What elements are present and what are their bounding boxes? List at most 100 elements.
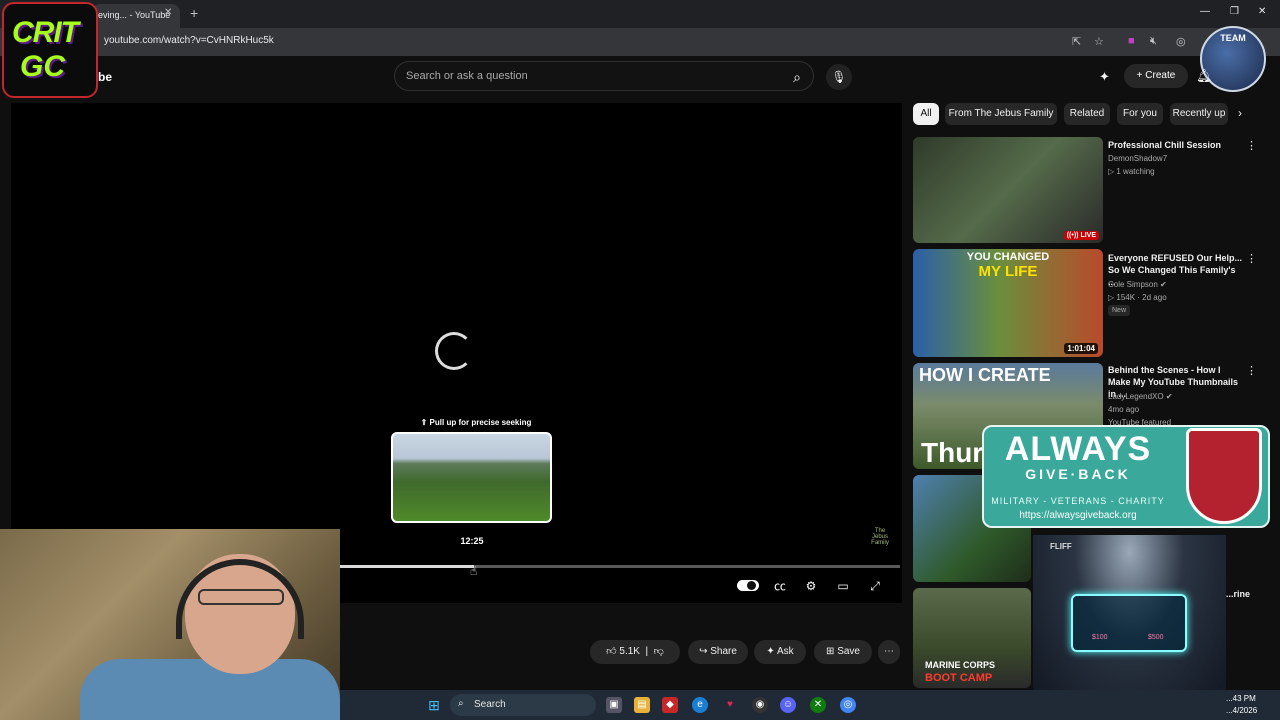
video-menu-icon[interactable]: ⋮: [1246, 252, 1257, 265]
share-button[interactable]: ↪ Share: [688, 640, 748, 664]
create-label: Create: [1145, 70, 1176, 81]
agb-url: https://alwaysgiveback.org: [1019, 510, 1137, 521]
chrome-icon[interactable]: ◎: [840, 697, 856, 713]
youtube-logo-text[interactable]: be: [98, 70, 112, 84]
maximize-icon[interactable]: ❐: [1230, 6, 1239, 17]
search-input[interactable]: Search or ask a question: [406, 70, 528, 82]
video-meta: 4mo ago: [1108, 405, 1140, 414]
video-thumbnail[interactable]: MARINE CORPS BOOT CAMP: [913, 588, 1031, 688]
thumbnail-text: Thur: [921, 437, 984, 468]
like-count: 5.1K: [619, 646, 640, 657]
captions-icon[interactable]: ㏄: [770, 578, 790, 594]
chip-recently-uploaded[interactable]: Recently up: [1170, 103, 1228, 125]
soldier-shield-icon: [1186, 428, 1262, 524]
logo-line1: CRIT: [12, 16, 79, 49]
video-meta: ▷ 154K · 2d ago: [1108, 293, 1167, 302]
thumbnail-text: BOOT CAMP: [925, 672, 993, 684]
more-actions-icon[interactable]: ⋯: [878, 640, 900, 664]
ad-value: $100: [1092, 634, 1108, 641]
clock-time[interactable]: ...43 PM: [1226, 694, 1256, 703]
settings-gear-icon[interactable]: ⚙: [801, 578, 821, 594]
save-label: Save: [837, 646, 860, 657]
close-tab-icon[interactable]: ✕: [164, 7, 172, 18]
channel-watermark[interactable]: The Jebus Family: [868, 528, 892, 548]
video-title[interactable]: Professional Chill Session: [1108, 139, 1244, 151]
webcam-glasses: [198, 589, 284, 605]
like-button[interactable]: 👍︎ 5.1K | 👎︎: [590, 640, 680, 664]
search-icon: ⌕: [458, 698, 464, 709]
live-badge: ((•)) LIVE: [1063, 231, 1099, 240]
video-menu-icon[interactable]: ⋮: [1246, 364, 1257, 377]
app-icon[interactable]: ◆: [662, 697, 678, 713]
video-channel[interactable]: Cole Simpson ✔: [1108, 280, 1167, 289]
new-tab-icon[interactable]: +: [190, 5, 198, 21]
save-button[interactable]: ⊞ Save: [814, 640, 872, 664]
fullscreen-icon[interactable]: ⤢: [865, 578, 885, 594]
mute-icon[interactable]: 🔇︎: [1150, 35, 1157, 48]
video-channel[interactable]: LadyLegendXO ✔: [1108, 392, 1173, 401]
video-meta: ▷ 1 watching: [1108, 167, 1155, 176]
chip-from-channel[interactable]: From The Jebus Family: [945, 103, 1057, 125]
webcam-overlay: [0, 529, 340, 720]
task-view-icon[interactable]: ▣: [606, 697, 622, 713]
create-button[interactable]: + Create: [1124, 64, 1188, 88]
ask-button[interactable]: ✦ Ask: [754, 640, 806, 664]
discord-icon[interactable]: ☺: [780, 697, 796, 713]
ad-value: $500: [1148, 634, 1164, 641]
seek-preview-thumbnail: [391, 432, 552, 523]
crit-gc-logo: CRIT GC: [2, 2, 98, 98]
autoplay-toggle-knob: [747, 581, 756, 590]
share-label: Share: [710, 646, 737, 657]
new-badge: New: [1108, 305, 1131, 316]
taskbar-search-label: Search: [474, 699, 506, 710]
file-explorer-icon[interactable]: ▤: [634, 697, 650, 713]
ad-brand: FLIFF: [1050, 542, 1072, 551]
clock-date[interactable]: ...4/2026: [1226, 706, 1257, 715]
ad-card: [1071, 594, 1187, 652]
thumbnail-text: MARINE CORPS: [925, 660, 996, 670]
mouse-cursor-icon: ☝︎: [470, 564, 478, 578]
theater-mode-icon[interactable]: ▭: [833, 578, 853, 594]
cast-icon[interactable]: ✦: [1099, 69, 1110, 85]
video-thumbnail[interactable]: ((•)) LIVE: [913, 137, 1103, 243]
microphone-icon[interactable]: 🎙︎: [826, 64, 852, 90]
maps-icon[interactable]: ♥: [722, 697, 738, 713]
search-icon[interactable]: ⌕: [786, 66, 808, 88]
seek-preview-time: 12:25: [460, 536, 484, 546]
agb-subtitle: GIVE·BACK: [1025, 466, 1131, 482]
edge-browser-icon[interactable]: e: [692, 697, 708, 713]
chip-related[interactable]: Related: [1064, 103, 1110, 125]
notification-bell-icon[interactable]: 🔔︎: [1196, 68, 1213, 84]
agb-title: ALWAYS: [1004, 430, 1152, 468]
bookmark-star-icon[interactable]: ☆: [1094, 35, 1104, 48]
progress-bar-fill: [339, 565, 474, 568]
windows-start-icon[interactable]: ⊞: [426, 697, 442, 713]
thumbnail-text: YOU CHANGED: [966, 251, 1050, 263]
steam-icon[interactable]: ◉: [752, 697, 768, 713]
ask-label: Ask: [776, 646, 794, 657]
extension-icon[interactable]: ■: [1128, 35, 1135, 47]
video-title[interactable]: ...rine: [1226, 588, 1266, 600]
webcam-person-shirt: [80, 659, 340, 720]
video-thumbnail[interactable]: YOU CHANGED MY LIFE 1:01:04: [913, 249, 1103, 357]
chip-for-you[interactable]: For you: [1117, 103, 1163, 125]
install-icon[interactable]: ⇱: [1072, 35, 1081, 48]
video-duration: 1:01:04: [1064, 343, 1098, 354]
badge-text: TEAM: [1220, 33, 1246, 43]
vpn-icon[interactable]: ◎: [1176, 35, 1186, 48]
minimize-icon[interactable]: —: [1200, 6, 1210, 17]
thumbnail-text: HOW I CREATE: [919, 365, 1051, 385]
video-channel[interactable]: DemonShadow7: [1108, 154, 1167, 163]
agb-tagline: MILITARY - VETERANS - CHARITY: [991, 496, 1165, 506]
thumbnail-text: MY LIFE: [978, 263, 1038, 280]
loading-spinner-icon: [435, 332, 473, 370]
url-text[interactable]: youtube.com/watch?v=CvHNRkHuc5k: [104, 35, 274, 46]
xbox-icon[interactable]: ✕: [810, 697, 826, 713]
chip-all[interactable]: All: [913, 103, 939, 125]
close-window-icon[interactable]: ✕: [1258, 6, 1266, 17]
seek-hint: ⇑ Pull up for precise seeking: [420, 418, 532, 427]
video-menu-icon[interactable]: ⋮: [1246, 139, 1257, 152]
chevron-right-icon[interactable]: ›: [1238, 106, 1242, 120]
taskbar-search[interactable]: [450, 694, 596, 716]
logo-line2: GC: [20, 50, 65, 83]
